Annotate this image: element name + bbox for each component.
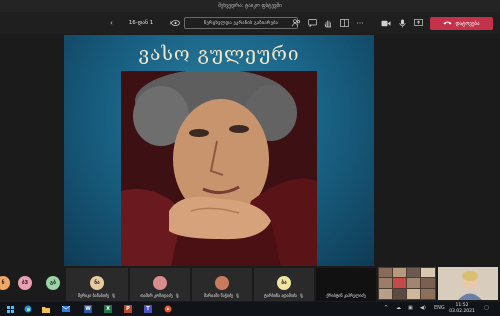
windows-start-icon[interactable]: [6, 305, 14, 313]
edge-browser-icon[interactable]: [24, 305, 32, 313]
prev-slide-icon[interactable]: ‹: [110, 19, 113, 27]
windows-taskbar: W X P T ^ ☁ ▣ ◀) ENG 11:52 03.02.2021 ▢: [0, 302, 500, 316]
leave-label: დატოვება: [455, 20, 480, 27]
avatar-photo: [153, 276, 167, 290]
avatar: ნა: [90, 276, 104, 290]
notifications-icon[interactable]: ▢: [484, 305, 489, 311]
portrait-photo: [121, 71, 317, 266]
stop-sharing-button[interactable]: ჩერცხვლდა ეკრანის გაზიარება: [184, 17, 298, 29]
word-icon[interactable]: W: [84, 305, 92, 313]
more-options-icon[interactable]: ···: [354, 17, 366, 29]
participant-strip: ნ ბ3 გბ ნა მერიკი ბანაბიძე 🎙 თამარ კოზიდა…: [0, 266, 376, 302]
participant-name: ქრისტინ კაპრელიძე: [326, 293, 366, 298]
participant-tile[interactable]: ბა ტარსინა ადამიძა 🎙: [254, 268, 314, 301]
participant-tile[interactable]: თამარ კოზიდაძე 🎙: [130, 268, 190, 301]
participant-tile[interactable]: ქრისტინ კაპრელიძე: [316, 268, 376, 301]
participant-tile[interactable]: მარიამი ნაჭიძე 🎙: [192, 268, 252, 301]
participant-name: ტარსინა ადამიძა 🎙: [263, 293, 305, 298]
gallery-video-thumbnail[interactable]: [378, 267, 436, 300]
excel-icon[interactable]: X: [104, 305, 112, 313]
avatar: ბა: [277, 276, 291, 290]
slide-page-label: 16-დან 1: [128, 20, 154, 26]
network-icon[interactable]: ▣: [408, 305, 413, 311]
window-title-bar: შეხვედრა: ტაიკო ფსტევში: [0, 0, 500, 12]
window-title: შეხვედრა: ტაიკო ფსტევში: [218, 3, 282, 9]
mic-muted-icon: 🎙: [235, 293, 241, 298]
media-player-icon[interactable]: [164, 305, 172, 313]
onedrive-icon[interactable]: ☁: [396, 305, 401, 311]
avatar-photo: [215, 276, 229, 290]
meeting-toolbar: ‹ 16-დან 1 › ჩერცხვლდა ეკრანის გაზიარება…: [0, 12, 500, 34]
participant-name: მარიამი ნაჭიძე 🎙: [203, 293, 241, 298]
mic-muted-icon: 🎙: [298, 293, 305, 298]
phone-hangup-icon: [443, 20, 452, 27]
slide-page-navigator: ‹ 16-დან 1 ›: [110, 16, 172, 30]
volume-icon[interactable]: ◀): [420, 305, 426, 311]
people-icon[interactable]: [290, 17, 302, 29]
participant-name: თამარ კოზიდაძე 🎙: [140, 293, 180, 298]
avatar[interactable]: ბ3: [18, 276, 32, 290]
file-explorer-icon[interactable]: [42, 305, 50, 313]
mail-icon[interactable]: [62, 305, 70, 313]
presentation-slide: ვასო გულეური: [64, 35, 374, 266]
powerpoint-icon[interactable]: P: [124, 305, 132, 313]
teams-icon[interactable]: T: [144, 305, 152, 313]
eye-icon[interactable]: [170, 17, 180, 29]
microphone-icon[interactable]: [396, 17, 408, 29]
leave-meeting-button[interactable]: დატოვება: [430, 17, 493, 30]
slide-title: ვასო გულეური: [138, 43, 300, 65]
rooms-icon[interactable]: [338, 17, 350, 29]
share-tray-icon[interactable]: [412, 17, 424, 29]
participant-name: მერიკი ბანაბიძე 🎙: [77, 293, 117, 298]
language-indicator[interactable]: ENG: [434, 305, 445, 311]
chat-icon[interactable]: [306, 17, 318, 29]
system-clock[interactable]: 11:52 03.02.2021: [446, 303, 478, 315]
avatar[interactable]: გბ: [46, 276, 60, 290]
mic-muted-icon: 🎙: [111, 293, 117, 298]
avatar[interactable]: ნ: [0, 276, 10, 290]
chevron-up-icon[interactable]: ^: [384, 305, 388, 311]
raise-hand-icon[interactable]: [322, 17, 334, 29]
clock-date: 03.02.2021: [449, 309, 475, 314]
mic-muted-icon: 🎙: [174, 293, 180, 298]
self-video-thumbnail[interactable]: [438, 267, 498, 300]
shared-content-stage: ვასო გულეური: [64, 35, 374, 266]
participant-tile[interactable]: ნა მერიკი ბანაბიძე 🎙: [66, 268, 128, 301]
camera-icon[interactable]: [380, 17, 392, 29]
